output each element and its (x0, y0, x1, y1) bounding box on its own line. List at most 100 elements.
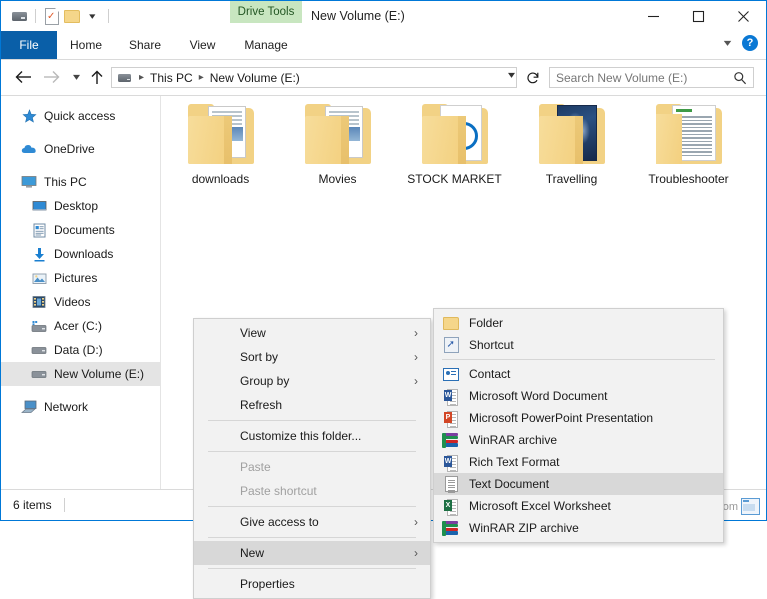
winrar-zip-icon (442, 519, 460, 537)
window-title: New Volume (E:) (311, 1, 405, 31)
submenu-item-powerpoint-presentation[interactable]: P Microsoft PowerPoint Presentation (434, 407, 723, 429)
forward-button[interactable] (39, 66, 63, 88)
cloud-icon (19, 140, 39, 158)
sidebar-item-desktop[interactable]: Desktop (1, 194, 160, 218)
context-menu-item-give-access-to[interactable]: Give access to › (194, 510, 430, 534)
customize-quick-access-icon[interactable]: ▾ (82, 6, 102, 26)
sidebar-item-label: New Volume (E:) (54, 367, 144, 381)
folder-item-downloads[interactable]: downloads (162, 104, 279, 186)
breadcrumb-separator: ▸ (199, 72, 204, 83)
sidebar-item-acer-c[interactable]: Acer (C:) (1, 314, 160, 338)
quick-access-toolbar: ✓ ▾ (9, 1, 115, 31)
rtf-icon: W (442, 453, 460, 471)
chevron-down-icon[interactable]: ▾ (724, 38, 732, 49)
toolbar-divider (35, 9, 36, 23)
sidebar-item-data-d[interactable]: Data (D:) (1, 338, 160, 362)
tab-manage[interactable]: Manage (230, 31, 302, 59)
watermark-icon (741, 498, 760, 515)
context-menu-item-paste-shortcut: Paste shortcut (194, 479, 430, 503)
downloads-arrow-icon (29, 245, 49, 263)
context-menu-item-new[interactable]: New › (194, 541, 430, 565)
sidebar-item-documents[interactable]: Documents (1, 218, 160, 242)
context-menu-item-properties[interactable]: Properties (194, 572, 430, 596)
context-menu-item-sort-by[interactable]: Sort by › (194, 345, 430, 369)
submenu-divider (442, 359, 715, 360)
context-menu[interactable]: View › Sort by › Group by › Refresh Cust… (193, 318, 431, 599)
sidebar-item-new-volume-e[interactable]: New Volume (E:) (1, 362, 160, 386)
context-menu-divider (208, 420, 416, 421)
submenu-item-word-document[interactable]: W Microsoft Word Document (434, 385, 723, 407)
drive-icon (29, 341, 49, 359)
folder-icon (184, 104, 258, 166)
help-icon[interactable]: ? (742, 35, 758, 51)
search-input[interactable]: Search New Volume (E:) (549, 67, 754, 88)
sidebar-item-pictures[interactable]: Pictures (1, 266, 160, 290)
chevron-right-icon: › (414, 546, 418, 560)
close-button[interactable] (721, 1, 766, 31)
winrar-icon (442, 431, 460, 449)
address-dropdown-icon[interactable]: ▾ (508, 70, 515, 81)
tab-view[interactable]: View (175, 31, 230, 59)
folder-item-movies[interactable]: Movies (279, 104, 396, 186)
new-folder-icon[interactable] (62, 6, 82, 26)
context-menu-item-label: Sort by (240, 350, 278, 364)
folder-item-stock-market[interactable]: STOCK MARKET (396, 104, 513, 186)
sidebar-item-label: This PC (44, 175, 87, 189)
tab-share[interactable]: Share (115, 31, 175, 59)
sidebar-item-videos[interactable]: Videos (1, 290, 160, 314)
sidebar-item-quick-access[interactable]: Quick access (1, 104, 160, 128)
back-button[interactable] (11, 66, 35, 88)
submenu-item-label: Microsoft PowerPoint Presentation (469, 411, 653, 425)
submenu-item-folder[interactable]: Folder (434, 312, 723, 334)
tab-file[interactable]: File (1, 31, 57, 59)
context-menu-item-refresh[interactable]: Refresh (194, 393, 430, 417)
new-submenu[interactable]: Folder ➚ Shortcut Contact W Microsoft Wo… (433, 308, 724, 543)
drive-icon[interactable] (9, 6, 29, 26)
chevron-right-icon: › (414, 350, 418, 364)
sidebar-item-network[interactable]: Network (1, 395, 160, 419)
submenu-item-label: Text Document (469, 477, 549, 491)
breadcrumb[interactable]: ▸ This PC ▸ New Volume (E:) (111, 67, 517, 88)
submenu-item-excel-worksheet[interactable]: X Microsoft Excel Worksheet (434, 495, 723, 517)
maximize-button[interactable] (676, 1, 721, 31)
context-menu-item-label: Customize this folder... (240, 429, 361, 443)
breadcrumb-this-pc[interactable]: This PC (150, 71, 193, 85)
context-menu-item-label: Paste (240, 460, 271, 474)
folder-icon (442, 314, 460, 332)
folder-item-travelling[interactable]: Travelling (513, 104, 630, 186)
videos-icon (29, 293, 49, 311)
file-explorer-window: ✓ ▾ Drive Tools New Volume (E:) File Hom… (0, 0, 767, 521)
sidebar-item-onedrive[interactable]: OneDrive (1, 137, 160, 161)
properties-icon[interactable]: ✓ (42, 6, 62, 26)
folder-item-troubleshooter[interactable]: Troubleshooter (630, 104, 747, 186)
powerpoint-icon: P (442, 409, 460, 427)
context-menu-item-view[interactable]: View › (194, 321, 430, 345)
submenu-item-contact[interactable]: Contact (434, 363, 723, 385)
desktop-icon (29, 197, 49, 215)
submenu-item-winrar-archive[interactable]: WinRAR archive (434, 429, 723, 451)
context-menu-item-label: Give access to (240, 515, 319, 529)
submenu-item-rich-text-format[interactable]: W Rich Text Format (434, 451, 723, 473)
breadcrumb-new-volume[interactable]: New Volume (E:) (210, 71, 300, 85)
search-icon[interactable] (733, 71, 747, 85)
star-icon (19, 107, 39, 125)
shortcut-icon: ➚ (442, 336, 460, 354)
sidebar-item-label: Data (D:) (54, 343, 103, 357)
submenu-item-text-document[interactable]: Text Document (434, 473, 723, 495)
documents-icon (29, 221, 49, 239)
chevron-right-icon: › (414, 326, 418, 340)
sidebar-item-this-pc[interactable]: This PC (1, 170, 160, 194)
sidebar-item-downloads[interactable]: Downloads (1, 242, 160, 266)
context-menu-divider (208, 537, 416, 538)
submenu-item-winrar-zip-archive[interactable]: WinRAR ZIP archive (434, 517, 723, 539)
minimize-button[interactable] (631, 1, 676, 31)
up-button[interactable] (85, 66, 109, 88)
submenu-item-shortcut[interactable]: ➚ Shortcut (434, 334, 723, 356)
sidebar-spacer (1, 386, 160, 395)
context-menu-item-customize-this-folder[interactable]: Customize this folder... (194, 424, 430, 448)
tab-home[interactable]: Home (57, 31, 115, 59)
refresh-button[interactable] (523, 67, 543, 88)
contact-icon (442, 365, 460, 383)
search-placeholder: Search New Volume (E:) (556, 71, 733, 85)
context-menu-item-group-by[interactable]: Group by › (194, 369, 430, 393)
